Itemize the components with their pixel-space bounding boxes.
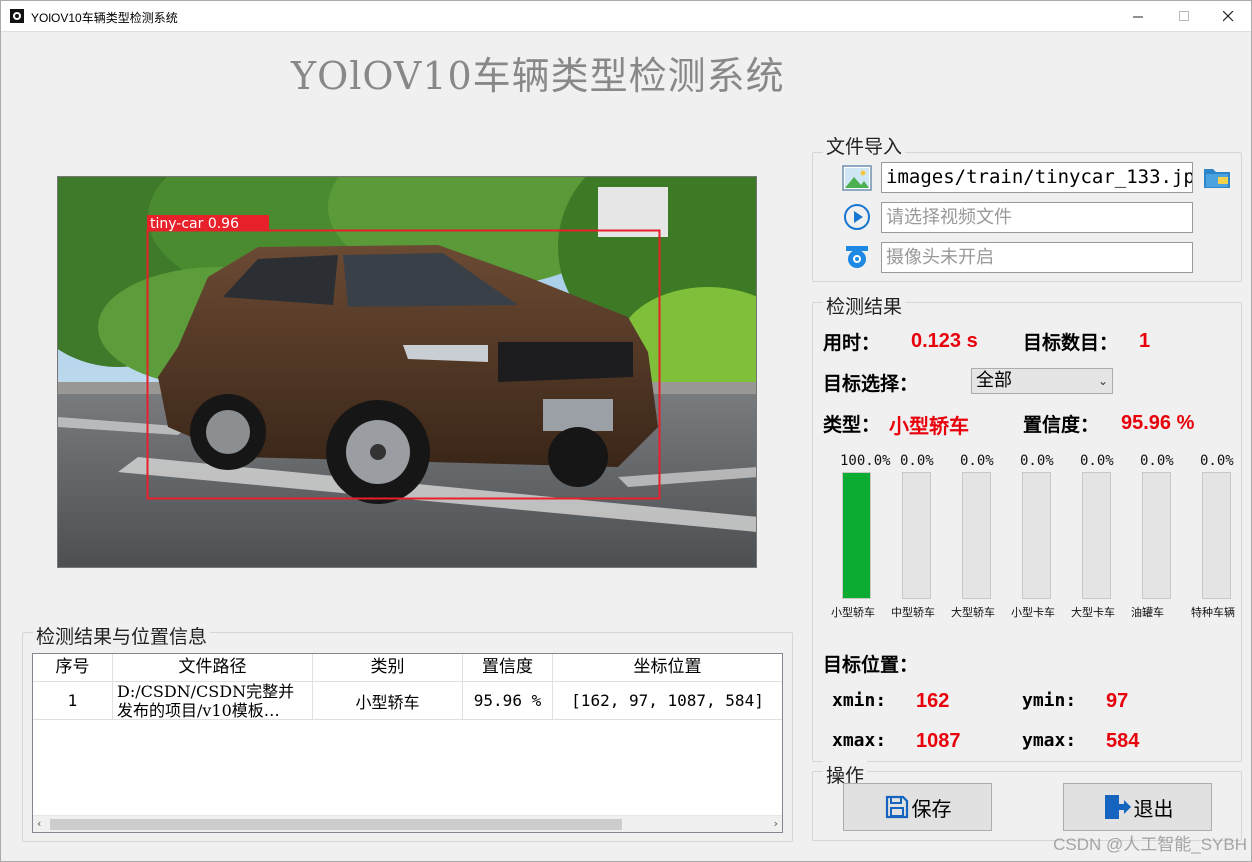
bar-track (962, 472, 991, 599)
time-value: 0.123 s (911, 330, 978, 352)
table-cell-path[interactable]: D:/CSDN/CSDN完整并发布的项目/v10模板… (113, 682, 313, 720)
target-select-label: 目标选择： (823, 373, 919, 395)
table-cell-coords[interactable]: [162, 97, 1087, 584] (553, 682, 782, 720)
bar-label: 油罐车 (1131, 606, 1164, 619)
bar-label: 小型轿车 (831, 606, 875, 619)
camera-status-field[interactable]: 摄像头未开启 (881, 242, 1193, 273)
table-title: 检测结果与位置信息 (33, 622, 211, 649)
table-cell-class[interactable]: 小型轿车 (313, 682, 463, 720)
maximize-button[interactable] (1161, 1, 1207, 32)
ymin-label: ymin: (1022, 690, 1077, 711)
app-logo-icon (10, 9, 24, 23)
exit-button[interactable]: 退出 (1063, 783, 1212, 831)
bar-percent: 100.0% (840, 453, 891, 469)
car-photo: tiny-car 0.96 (58, 177, 756, 567)
bar-label: 小型卡车 (1011, 606, 1055, 619)
maximize-icon (1178, 11, 1189, 21)
watermark: CSDN @人工智能_SYBH (1053, 835, 1247, 854)
close-button[interactable] (1205, 1, 1251, 32)
exit-icon (1104, 795, 1131, 819)
table-cell-confidence[interactable]: 95.96 % (463, 682, 553, 720)
app-window: YOlOV10车辆类型检测系统 YOlOV10车辆类型检测系统 tiny-car… (0, 0, 1252, 862)
target-select[interactable]: 全部 ⌄ (971, 368, 1113, 394)
xmax-value: 1087 (916, 730, 961, 752)
minimize-icon (1132, 16, 1143, 18)
count-label: 目标数目： (1023, 332, 1119, 354)
scrollbar-thumb[interactable] (50, 819, 622, 830)
title-bar: YOlOV10车辆类型检测系统 (1, 1, 1251, 32)
column-header-class[interactable]: 类别 (313, 654, 463, 682)
file-import-title: 文件导入 (823, 132, 906, 159)
video-file-button[interactable] (842, 202, 872, 232)
scroll-right-icon[interactable]: › (774, 817, 778, 830)
xmin-label: xmin: (832, 690, 887, 711)
table-cell-index[interactable]: 1 (33, 682, 113, 720)
position-label: 目标位置： (823, 654, 919, 676)
xmin-value: 162 (916, 690, 950, 712)
image-icon (842, 165, 872, 191)
results-title: 检测结果 (823, 292, 906, 319)
bar-track (842, 472, 871, 599)
camera-button[interactable] (842, 242, 872, 272)
xmax-label: xmax: (832, 730, 887, 751)
save-icon (885, 795, 908, 819)
column-header-coords[interactable]: 坐标位置 (553, 654, 782, 682)
bar-label: 特种车辆 (1191, 606, 1235, 619)
camera-icon (846, 246, 868, 268)
ymax-value: 584 (1106, 730, 1140, 752)
results-table[interactable]: 序号 文件路径 类别 置信度 坐标位置 1 D:/CSDN/CSDN完整并发布的… (32, 653, 783, 833)
bar-percent: 0.0% (1200, 453, 1234, 469)
open-folder-button[interactable] (1202, 163, 1232, 191)
bar-percent: 0.0% (1080, 453, 1114, 469)
type-value: 小型轿车 (889, 414, 969, 438)
bar-label: 大型轿车 (951, 606, 995, 619)
save-label: 保存 (911, 796, 952, 821)
detection-box-label: tiny-car 0.96 (150, 216, 239, 232)
confidence-value: 95.96 % (1121, 412, 1195, 434)
window-title: YOlOV10车辆类型检测系统 (31, 11, 178, 25)
folder-icon (1204, 169, 1230, 188)
video-path-field[interactable]: 请选择视频文件 (881, 202, 1193, 233)
table-horizontal-scrollbar[interactable]: ‹ › (33, 815, 782, 832)
bar-label: 大型卡车 (1071, 606, 1115, 619)
bar-track (1202, 472, 1231, 599)
chevron-down-icon: ⌄ (1097, 374, 1108, 388)
exit-label: 退出 (1133, 796, 1174, 821)
column-header-path[interactable]: 文件路径 (113, 654, 313, 682)
ymin-value: 97 (1106, 690, 1129, 712)
close-icon (1222, 11, 1233, 22)
bar-percent: 0.0% (960, 453, 994, 469)
time-label: 用时： (823, 332, 881, 354)
bar-fill (843, 473, 870, 598)
play-icon (844, 204, 870, 230)
type-label: 类型： (823, 414, 881, 436)
column-header-confidence[interactable]: 置信度 (463, 654, 553, 682)
target-select-value: 全部 (976, 370, 1012, 391)
bar-percent: 0.0% (1020, 453, 1054, 469)
scroll-left-icon[interactable]: ‹ (37, 817, 41, 830)
bar-percent: 0.0% (1140, 453, 1174, 469)
bar-track (1022, 472, 1051, 599)
save-button[interactable]: 保存 (843, 783, 992, 831)
column-header-index[interactable]: 序号 (33, 654, 113, 682)
detection-image: tiny-car 0.96 (57, 176, 757, 568)
bar-track (1142, 472, 1171, 599)
count-value: 1 (1139, 330, 1151, 352)
confidence-label: 置信度： (1023, 414, 1100, 436)
bar-track (1082, 472, 1111, 599)
bar-label: 中型轿车 (891, 606, 935, 619)
image-path-field[interactable]: images/train/tinycar_133.jpg (881, 162, 1193, 193)
minimize-button[interactable] (1115, 1, 1161, 32)
ymax-label: ymax: (1022, 730, 1077, 751)
page-title: YOlOV10车辆类型检测系统 (291, 54, 785, 98)
bar-track (902, 472, 931, 599)
bar-percent: 0.0% (900, 453, 934, 469)
image-file-button[interactable] (842, 163, 872, 193)
